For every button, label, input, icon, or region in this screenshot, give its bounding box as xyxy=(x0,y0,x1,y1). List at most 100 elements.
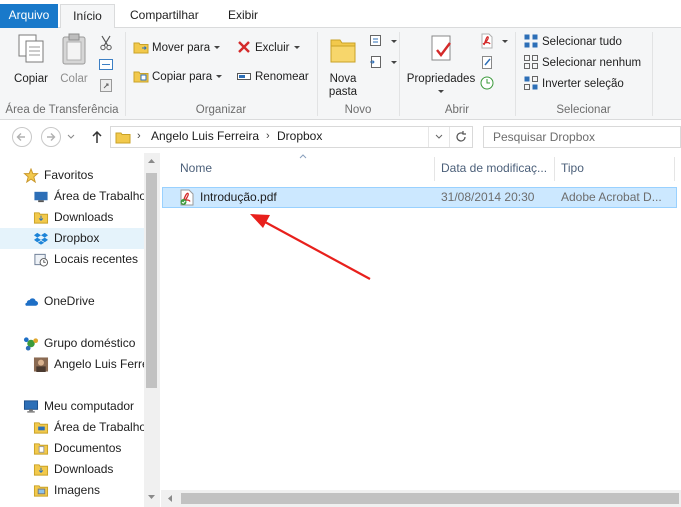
nav-label: Downloads xyxy=(54,462,114,476)
folder-move-icon xyxy=(133,42,149,54)
folder-icon xyxy=(115,132,131,144)
nav-pc-downloads[interactable]: Downloads xyxy=(0,459,144,480)
recent-places-icon xyxy=(34,253,49,267)
nav-computer[interactable]: Meu computador xyxy=(0,396,144,417)
nav-documents[interactable]: Documentos xyxy=(0,438,144,459)
select-none-button[interactable]: Selecionar nenhum xyxy=(523,53,641,73)
select-all-icon xyxy=(524,34,538,48)
breadcrumb-dropbox[interactable]: Dropbox xyxy=(277,129,322,143)
nav-pc-desktop[interactable]: Área de Trabalho xyxy=(0,417,144,438)
breadcrumb-user[interactable]: Angelo Luis Ferreira xyxy=(151,129,259,143)
horizontal-scrollbar[interactable] xyxy=(161,490,681,507)
scrollbar-thumb[interactable] xyxy=(181,493,679,504)
column-header-date[interactable]: Data de modificaç... xyxy=(441,153,547,183)
nav-label: Grupo doméstico xyxy=(44,336,136,350)
history-button[interactable] xyxy=(479,74,498,94)
edit-button[interactable] xyxy=(479,53,498,73)
nav-images[interactable]: Imagens xyxy=(0,480,144,501)
search-box[interactable] xyxy=(483,126,681,148)
address-bar[interactable]: › Angelo Luis Ferreira › Dropbox xyxy=(110,126,473,148)
nav-label: Downloads xyxy=(54,210,114,224)
vertical-scrollbar[interactable] xyxy=(144,153,159,507)
chevron-down-icon xyxy=(67,134,75,139)
column-header-type[interactable]: Tipo xyxy=(561,153,584,183)
chevron-down-icon xyxy=(438,90,444,93)
select-none-label: Selecionar nenhum xyxy=(542,57,642,69)
copy-button[interactable]: Copiar xyxy=(8,32,54,86)
paste-shortcut-button[interactable] xyxy=(98,76,117,96)
tab-home[interactable]: Início xyxy=(60,4,115,29)
new-item-button[interactable] xyxy=(368,32,397,52)
new-group-label: Novo xyxy=(344,104,372,116)
tab-share[interactable]: Compartilhar xyxy=(120,4,209,28)
invert-selection-button[interactable]: Inverter seleção xyxy=(523,74,624,94)
tab-file[interactable]: Arquivo xyxy=(0,4,58,28)
scroll-up-icon[interactable] xyxy=(147,157,156,165)
new-folder-icon xyxy=(330,39,356,63)
nav-onedrive[interactable]: OneDrive xyxy=(0,291,144,312)
copy-path-button[interactable] xyxy=(98,55,117,75)
separator xyxy=(652,32,653,116)
invert-selection-icon xyxy=(524,76,538,90)
move-to-label: Mover para xyxy=(152,42,211,54)
move-to-button[interactable]: Mover para xyxy=(133,38,221,58)
recent-locations-button[interactable] xyxy=(66,131,76,146)
select-group-label: Selecionar xyxy=(556,104,611,116)
copy-icon xyxy=(18,34,44,63)
chevron-down-icon xyxy=(293,46,300,49)
clipboard-group-label: Área de Transferência xyxy=(5,104,119,116)
properties-button[interactable]: Propriedades xyxy=(405,32,477,98)
chevron-down-icon xyxy=(502,40,508,43)
sort-ascending-icon xyxy=(299,154,307,159)
rename-button[interactable]: Renomear xyxy=(236,67,309,87)
refresh-icon[interactable] xyxy=(454,130,468,144)
paste-button[interactable]: Colar xyxy=(56,32,92,86)
forward-button[interactable] xyxy=(41,127,61,147)
separator xyxy=(428,127,429,147)
nav-downloads[interactable]: Downloads xyxy=(0,207,144,228)
easy-access-icon xyxy=(370,56,381,68)
properties-label: Propriedades xyxy=(406,73,476,85)
delete-button[interactable]: Excluir xyxy=(236,38,300,58)
scroll-down-icon[interactable] xyxy=(147,493,156,501)
column-header-name[interactable]: Nome xyxy=(180,153,212,183)
nav-desktop[interactable]: Área de Trabalho xyxy=(0,186,144,207)
open-group-label: Abrir xyxy=(444,104,470,116)
select-all-button[interactable]: Selecionar tudo xyxy=(523,32,622,52)
navigation-pane: Favoritos Área de Trabalho Downloads Dro… xyxy=(0,153,160,507)
scroll-left-icon[interactable] xyxy=(166,494,174,503)
separator xyxy=(449,127,450,147)
separator xyxy=(674,157,675,181)
nav-favorites[interactable]: Favoritos xyxy=(0,165,144,186)
nav-label: Dropbox xyxy=(54,231,100,245)
open-button[interactable] xyxy=(479,32,508,52)
easy-access-button[interactable] xyxy=(368,53,397,73)
file-name: Introdução.pdf xyxy=(200,190,277,204)
chevron-down-icon xyxy=(391,40,397,43)
cut-button[interactable] xyxy=(98,34,117,54)
dropbox-icon xyxy=(33,232,49,245)
rename-icon xyxy=(237,73,251,80)
nav-dropbox[interactable]: Dropbox xyxy=(0,228,144,249)
table-row[interactable]: Introdução.pdf 31/08/2014 20:30 Adobe Ac… xyxy=(162,187,677,208)
arrow-left-icon xyxy=(16,133,25,141)
new-folder-label: Nova pasta xyxy=(328,73,358,98)
nav-label: Angelo Luis Ferreira xyxy=(54,357,144,371)
back-button[interactable] xyxy=(12,127,32,147)
downloads-folder-icon xyxy=(33,464,49,476)
paste-label: Colar xyxy=(60,73,88,85)
nav-homegroup[interactable]: Grupo doméstico xyxy=(0,333,144,354)
avatar xyxy=(33,357,49,372)
nav-user[interactable]: Angelo Luis Ferreira xyxy=(0,354,144,375)
up-button[interactable] xyxy=(90,129,104,148)
new-folder-button[interactable]: Nova pasta xyxy=(323,32,363,99)
arrow-up-icon xyxy=(92,130,102,143)
copy-to-button[interactable]: Copiar para xyxy=(133,67,223,87)
chevron-down-icon[interactable] xyxy=(434,132,444,142)
search-input[interactable] xyxy=(484,127,680,147)
paste-icon xyxy=(62,33,86,65)
nav-recent[interactable]: Locais recentes xyxy=(0,249,144,270)
tab-view[interactable]: Exibir xyxy=(218,4,268,28)
nav-label: Meu computador xyxy=(44,399,135,413)
scrollbar-thumb[interactable] xyxy=(146,173,157,388)
